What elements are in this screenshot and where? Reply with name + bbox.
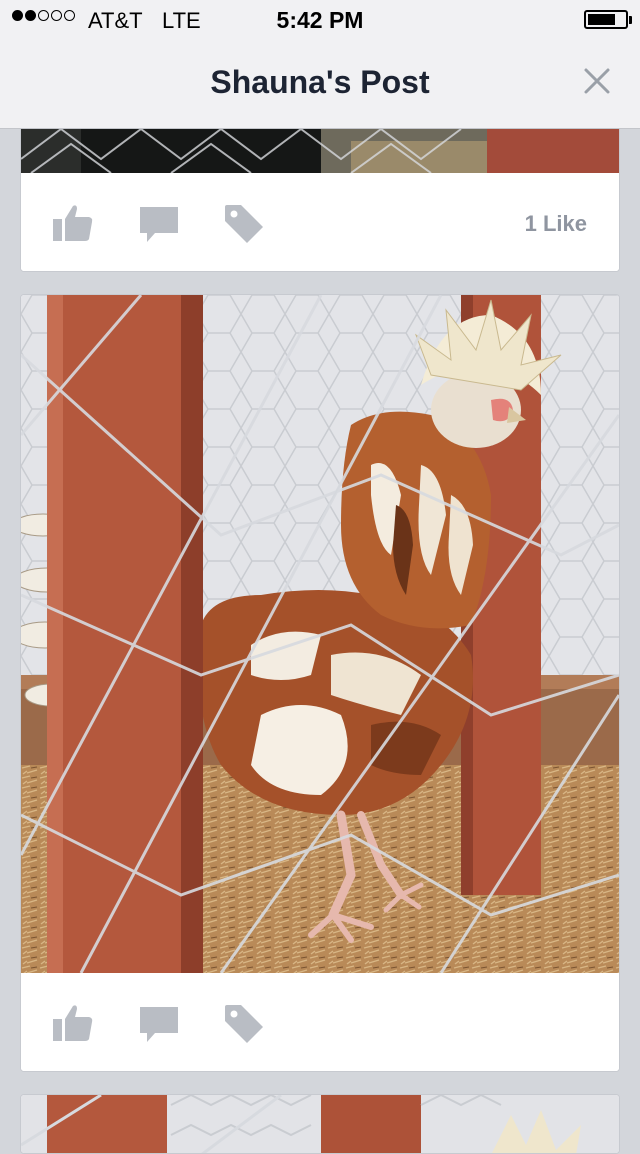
post-actions-bar: [21, 973, 619, 1071]
post-card: 1 Like: [20, 118, 620, 272]
close-icon[interactable]: [582, 66, 612, 96]
post-card: [20, 294, 620, 1072]
like-icon[interactable]: [51, 201, 95, 245]
post-card: [20, 1094, 620, 1154]
status-bar: AT&T LTE 5:42 PM: [0, 0, 640, 40]
comment-icon[interactable]: [137, 1001, 181, 1045]
tag-icon[interactable]: [221, 1001, 265, 1045]
like-count[interactable]: 1 Like: [525, 211, 587, 237]
post-photo[interactable]: [21, 295, 619, 973]
post-photo-image: [21, 1095, 619, 1153]
battery-icon: [584, 10, 632, 29]
post-photo[interactable]: [21, 1095, 619, 1153]
tag-icon[interactable]: [221, 201, 265, 245]
clock: 5:42 PM: [276, 7, 364, 33]
like-icon[interactable]: [51, 1001, 95, 1045]
top-bar: AT&T LTE 5:42 PM Shauna's Post: [0, 0, 640, 129]
page-title: Shauna's Post: [210, 64, 430, 100]
comment-icon[interactable]: [137, 201, 181, 245]
post-actions-bar: 1 Like: [21, 173, 619, 271]
post-photo-image: [21, 295, 619, 973]
battery-level: [588, 14, 615, 25]
